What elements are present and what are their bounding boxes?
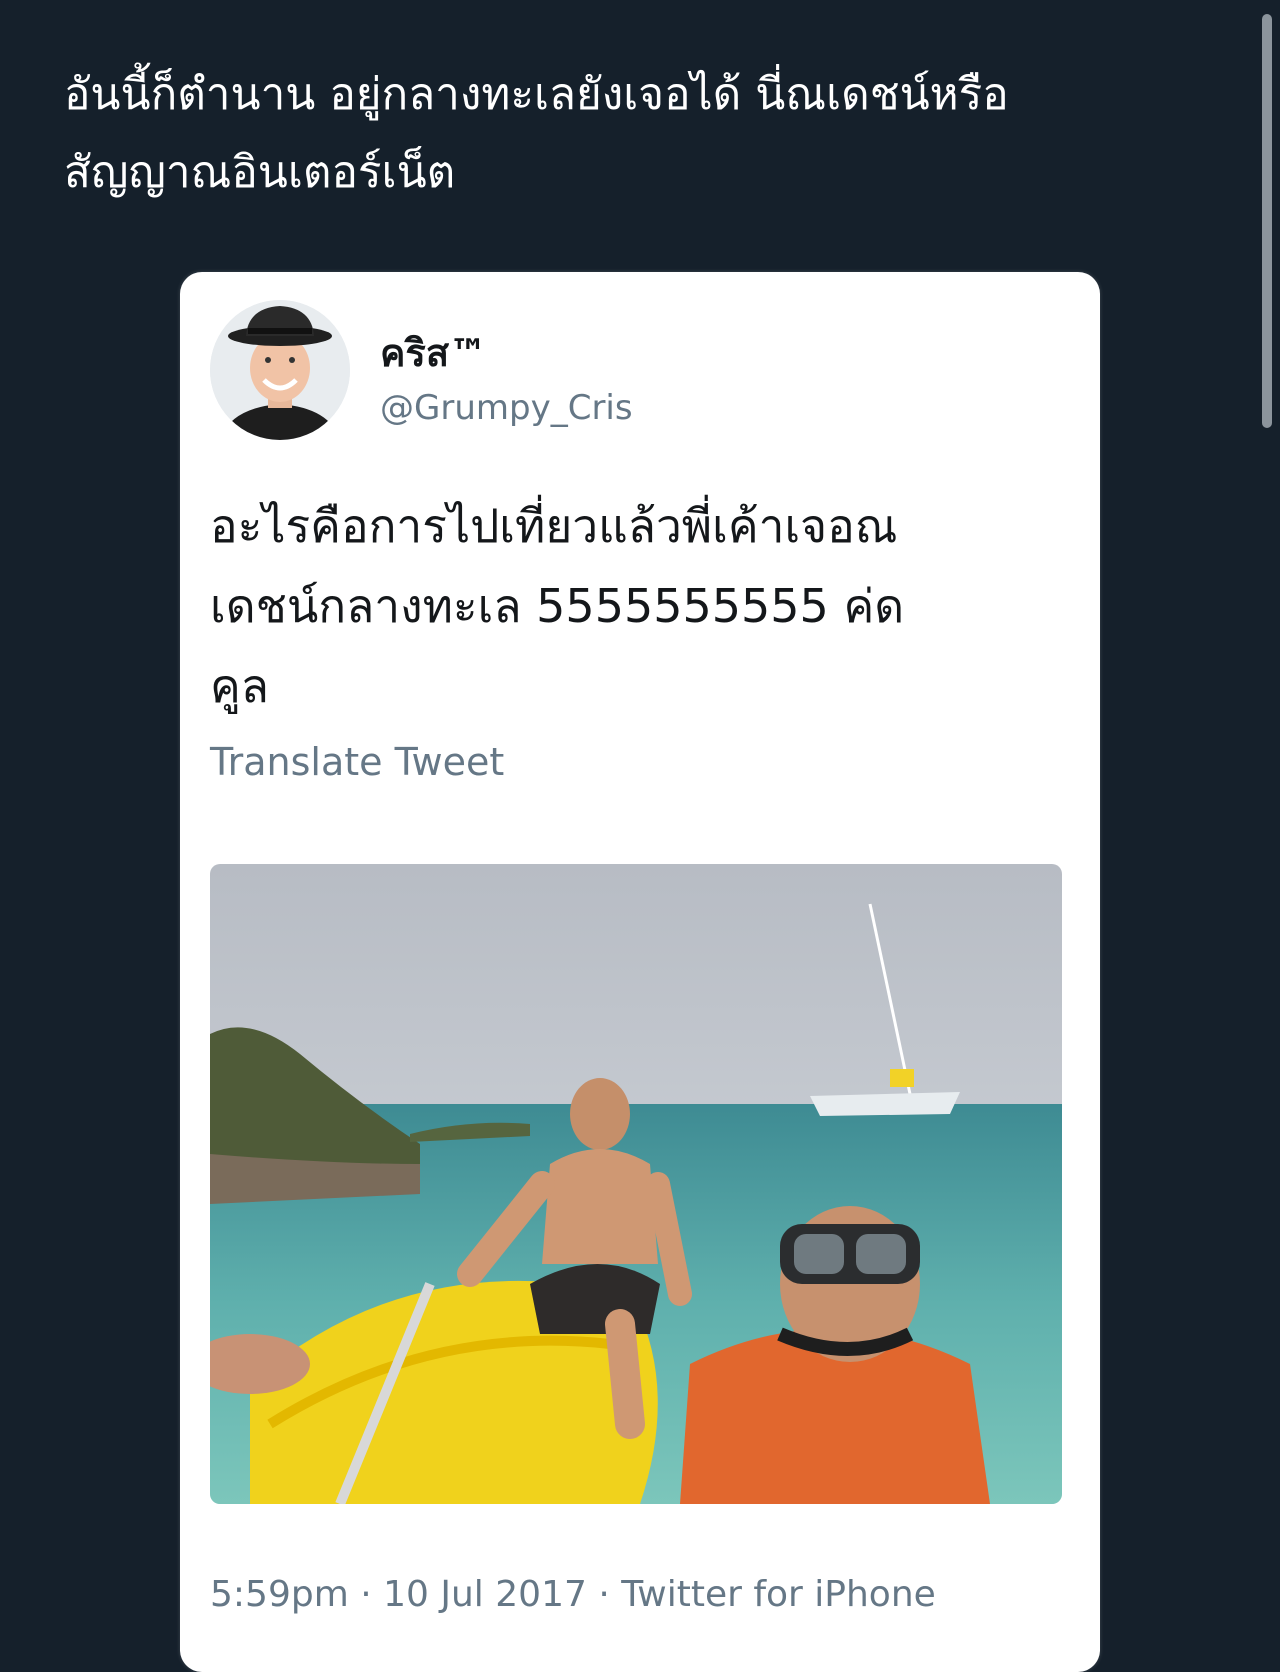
meta-separator: · (360, 1574, 372, 1615)
scrollbar[interactable] (1262, 14, 1272, 428)
tweet-text-line-1: อะไรคือการไปเที่ยวแล้วพี่เค้าเจอณ (210, 499, 898, 553)
tweet-photo[interactable] (210, 864, 1062, 1504)
tweet-time[interactable]: 5:59pm (210, 1574, 349, 1615)
tweet-date[interactable]: 10 Jul 2017 (383, 1574, 587, 1615)
meta-separator: · (598, 1574, 610, 1615)
tweet-source[interactable]: Twitter for iPhone (621, 1574, 936, 1615)
avatar[interactable] (210, 300, 350, 440)
tweet-text-line-3: คูล (210, 659, 269, 713)
tweet-meta: 5:59pm · 10 Jul 2017 · Twitter for iPhon… (210, 1574, 936, 1615)
caption-text: อันนี้ก็ตำนาน อยู่กลางทะเลยังเจอได้ นี่ณ… (64, 56, 1184, 212)
embedded-tweet-card[interactable]: คริส™ @Grumpy_Cris อะไรคือการไปเที่ยวแล้… (180, 272, 1100, 1672)
sea-selfie-photo (210, 864, 1062, 1504)
display-name[interactable]: คริส™ (380, 322, 487, 383)
avatar-image (210, 300, 350, 440)
tweet-text: อะไรคือการไปเที่ยวแล้วพี่เค้าเจอณ เดชน์ก… (210, 486, 1070, 726)
user-handle[interactable]: @Grumpy_Cris (380, 388, 633, 428)
translate-tweet-link[interactable]: Translate Tweet (210, 740, 504, 784)
caption-line-1: อันนี้ก็ตำนาน อยู่กลางทะเลยังเจอได้ นี่ณ… (64, 69, 1009, 120)
caption-line-2: สัญญาณอินเตอร์เน็ต (64, 147, 456, 198)
tweet-text-line-2: เดชน์กลางทะเล 5555555555 ค่ด (210, 579, 905, 633)
